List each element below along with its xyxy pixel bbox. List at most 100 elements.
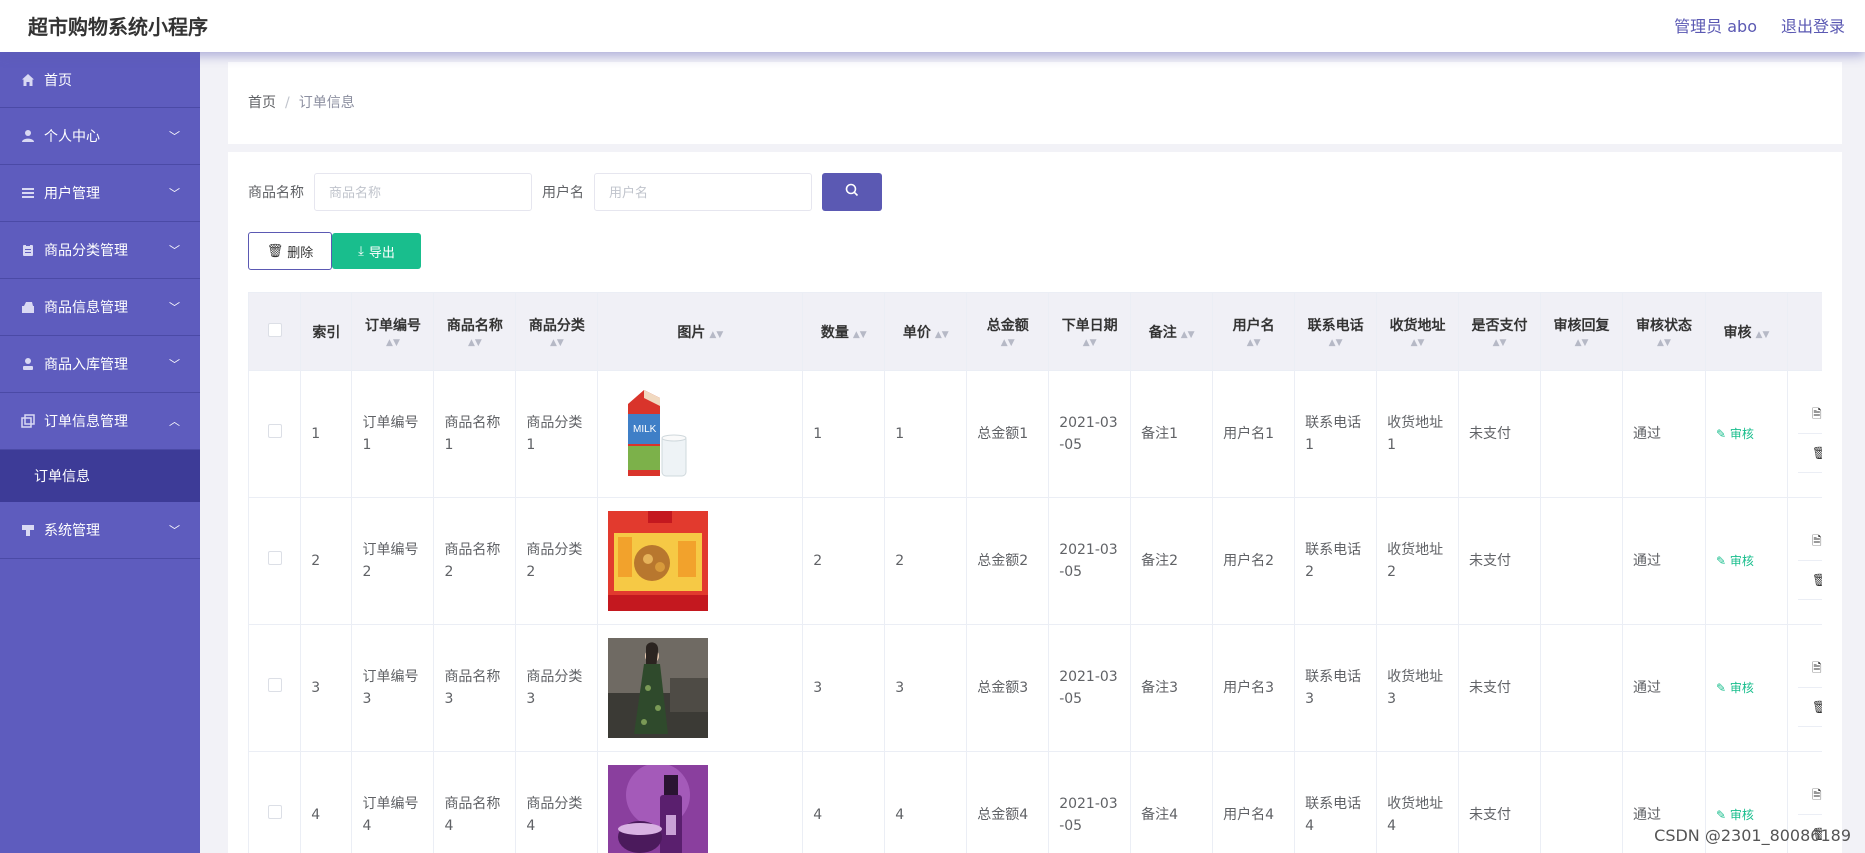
admin-user-label[interactable]: 管理员 abo — [1674, 13, 1757, 37]
sort-icon: ▲▼ — [1180, 329, 1195, 340]
chevron-up-icon: ︿ — [169, 415, 180, 428]
export-button[interactable]: ⤓ 导出 — [332, 233, 421, 269]
header-operations — [1786, 292, 1822, 371]
cell-image — [597, 497, 804, 625]
detail-button[interactable]: 🗎 详情 — [1797, 395, 1822, 434]
cell-product-name: 商品名称3 — [433, 624, 517, 752]
header-image[interactable]: 图片 ▲▼ — [597, 292, 804, 371]
sidebar-item-label: 商品入库管理 — [44, 357, 128, 373]
breadcrumb-home[interactable]: 首页 — [248, 95, 276, 111]
sidebar-item-home[interactable]: 首页 — [0, 52, 200, 108]
header-address[interactable]: 收货地址 ▲▼ — [1376, 292, 1460, 371]
select-all-checkbox[interactable] — [267, 322, 282, 337]
cell-date: 2021-03-05 — [1048, 370, 1132, 498]
audit-button[interactable]: ✎ 审核 — [1716, 808, 1754, 822]
sort-icon: ▲▼ — [1755, 329, 1770, 340]
cell-address: 收货地址2 — [1376, 497, 1460, 625]
batch-delete-button[interactable]: 🗑 删除 — [248, 232, 332, 270]
detail-button[interactable]: 🗎 详情 — [1797, 522, 1822, 561]
detail-button[interactable]: 🗎 详情 — [1797, 776, 1822, 815]
header-qty[interactable]: 数量 ▲▼ — [802, 292, 886, 371]
header-audit[interactable]: 审核 ▲▼ — [1704, 292, 1788, 371]
svg-text:MILK: MILK — [633, 424, 657, 435]
header-product-name[interactable]: 商品名称 ▲▼ — [433, 292, 517, 371]
sidebar-item-category[interactable]: 商品分类管理 ﹀ — [0, 222, 200, 279]
row-checkbox[interactable] — [267, 424, 282, 438]
row-checkbox[interactable] — [267, 551, 282, 565]
username-input[interactable] — [594, 173, 812, 211]
row-checkbox[interactable] — [267, 678, 282, 692]
cosmetics-image[interactable] — [608, 765, 709, 853]
cell-image — [597, 751, 804, 853]
cell-phone: 联系电话1 — [1294, 370, 1378, 498]
select-all-header — [248, 292, 302, 371]
cell-reply — [1540, 370, 1623, 498]
sidebar-item-product[interactable]: 商品信息管理 ﹀ — [0, 279, 200, 336]
header-total[interactable]: 总金额 ▲▼ — [966, 292, 1050, 371]
cell-operations: 🗎 详情 🗑 删除 — [1786, 497, 1822, 625]
logout-link[interactable]: 退出登录 — [1781, 13, 1845, 37]
delete-button[interactable]: 🗑 删除 — [1797, 561, 1822, 600]
header-index: 索引 — [300, 292, 353, 371]
document-icon: 🗎 — [1811, 407, 1822, 421]
detail-button[interactable]: 🗎 详情 — [1797, 649, 1822, 688]
sidebar-item-users[interactable]: 用户管理 ﹀ — [0, 165, 200, 222]
cell-paid: 未支付 — [1458, 624, 1542, 752]
search-button[interactable] — [822, 173, 882, 211]
header-category[interactable]: 商品分类 ▲▼ — [515, 292, 599, 371]
cell-qty: 3 — [802, 624, 886, 752]
cell-index: 1 — [300, 370, 353, 498]
row-select-cell — [248, 751, 302, 853]
header-price[interactable]: 单价 ▲▼ — [884, 292, 968, 371]
breadcrumb-separator: / — [285, 95, 290, 111]
product-name-input[interactable] — [314, 173, 532, 211]
row-checkbox[interactable] — [267, 805, 282, 819]
delete-button[interactable]: 🗑 删除 — [1797, 688, 1822, 727]
action-buttons: 🗑 删除 ⤓ 导出 — [248, 232, 421, 270]
header-date[interactable]: 下单日期 ▲▼ — [1048, 292, 1132, 371]
sidebar-item-profile[interactable]: 个人中心 ﹀ — [0, 108, 200, 165]
table-row: 2 订单编号2 商品名称2 商品分类2 2 2 总金额2 2021-03-05 … — [248, 497, 1822, 625]
search-icon — [845, 183, 859, 201]
trash-icon: 🗑 — [1811, 700, 1822, 714]
sidebar-item-orders[interactable]: 订单信息管理 ︿ — [0, 393, 200, 450]
snack-box-image[interactable] — [608, 511, 709, 611]
milk-carton-image[interactable]: MILK — [608, 384, 709, 484]
header-order-no[interactable]: 订单编号 ▲▼ — [351, 292, 435, 371]
sort-icon: ▲▼ — [1246, 338, 1261, 348]
cell-phone: 联系电话3 — [1294, 624, 1378, 752]
header-reply[interactable]: 审核回复 ▲▼ — [1540, 292, 1623, 371]
document-icon: 🗎 — [1811, 788, 1822, 802]
sidebar-item-label: 系统管理 — [44, 523, 100, 539]
chevron-down-icon: ﹀ — [169, 130, 180, 143]
cell-price: 1 — [884, 370, 968, 498]
audit-button[interactable]: ✎ 审核 — [1716, 681, 1754, 695]
chevron-down-icon: ﹀ — [169, 244, 180, 257]
delete-button[interactable]: 🗑 删除 — [1797, 434, 1822, 473]
cell-order-no: 订单编号1 — [351, 370, 435, 498]
header-note[interactable]: 备注 ▲▼ — [1130, 292, 1214, 371]
cell-username: 用户名4 — [1212, 751, 1296, 853]
sort-icon: ▲▼ — [1492, 338, 1507, 348]
audit-button[interactable]: ✎ 审核 — [1716, 554, 1754, 568]
cell-product-name: 商品名称4 — [433, 751, 517, 853]
header-username[interactable]: 用户名 ▲▼ — [1212, 292, 1296, 371]
header-phone[interactable]: 联系电话 ▲▼ — [1294, 292, 1378, 371]
cell-username: 用户名3 — [1212, 624, 1296, 752]
sort-icon: ▲▼ — [709, 329, 724, 340]
person-icon — [20, 356, 36, 372]
cell-note: 备注1 — [1130, 370, 1214, 498]
cell-date: 2021-03-05 — [1048, 624, 1132, 752]
header-status[interactable]: 审核状态 ▲▼ — [1621, 292, 1706, 371]
cell-product-name: 商品名称1 — [433, 370, 517, 498]
header-paid[interactable]: 是否支付 ▲▼ — [1458, 292, 1542, 371]
sidebar-item-label: 商品分类管理 — [44, 243, 128, 259]
sidebar-item-system[interactable]: 系统管理 ﹀ — [0, 502, 200, 559]
dress-photo-image[interactable] — [608, 638, 709, 738]
sidebar-item-stock-in[interactable]: 商品入库管理 ﹀ — [0, 336, 200, 393]
cell-image: MILK — [597, 370, 804, 498]
cell-audit: ✎ 审核 — [1704, 370, 1788, 498]
sidebar-subitem-order-info[interactable]: 订单信息 — [0, 450, 200, 502]
audit-button[interactable]: ✎ 审核 — [1716, 427, 1754, 441]
cell-price: 2 — [884, 497, 968, 625]
